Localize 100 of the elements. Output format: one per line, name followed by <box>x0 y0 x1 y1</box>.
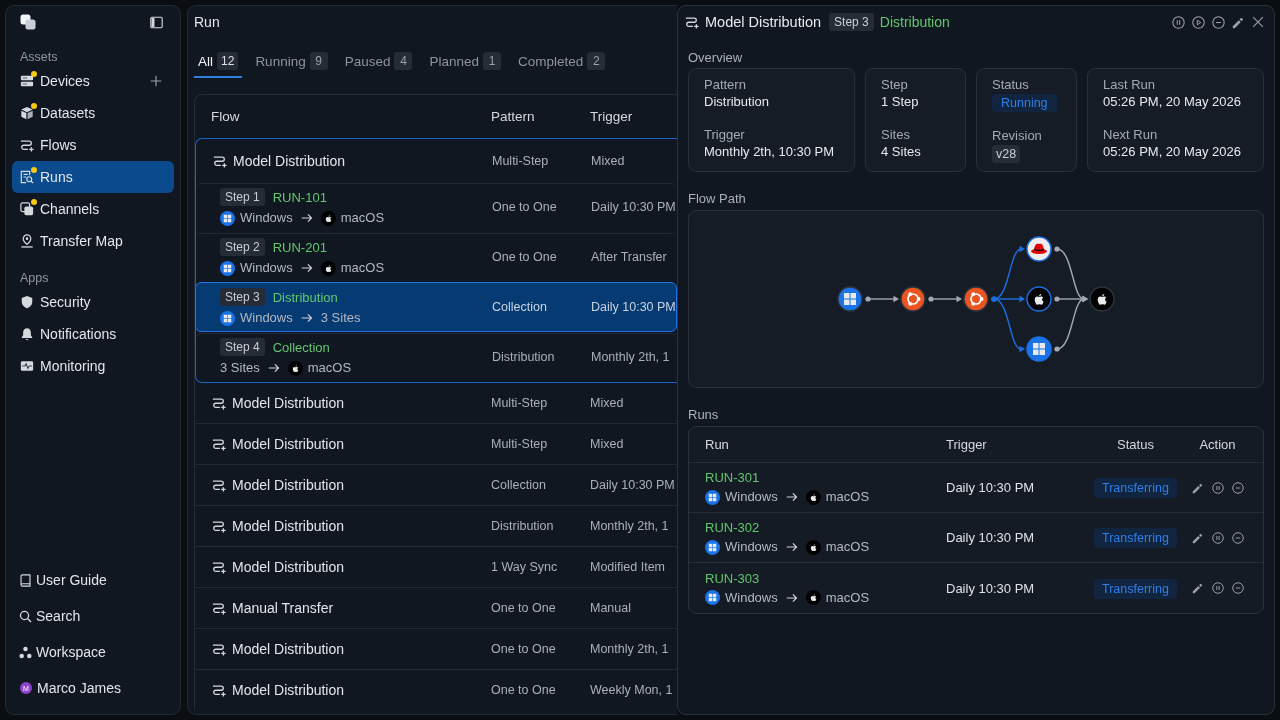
run-link[interactable]: RUN-301 <box>705 470 760 485</box>
flow-row[interactable]: Model Distribution 1 Way Sync Modified Item <box>195 547 677 588</box>
column-header: Run <box>704 437 729 452</box>
pause-circle-icon[interactable] <box>1211 582 1224 594</box>
pause-circle-icon[interactable] <box>1211 531 1224 544</box>
step-link[interactable]: RUN-101 <box>272 189 327 205</box>
trigger-text: Mixed <box>591 153 625 168</box>
step-tag: Step 3 <box>220 288 265 306</box>
field-label: Step <box>881 77 908 93</box>
field-label: Last Run <box>1103 77 1156 93</box>
flow-row[interactable]: Model Distribution One to One Weekly Mon, 1 <box>195 670 677 710</box>
nav-item[interactable]: Search <box>12 598 174 634</box>
route-icon <box>212 601 226 615</box>
flow-row[interactable] <box>195 138 677 383</box>
pattern-text: Multi-Step <box>491 396 548 410</box>
route-icon <box>685 15 699 29</box>
route-icon <box>212 642 226 656</box>
target-label: macOS <box>340 260 385 276</box>
windows-logo-icon <box>705 489 720 505</box>
field-label: Sites <box>881 127 910 143</box>
nav-item[interactable]: Datasets <box>12 97 174 129</box>
nav-item[interactable]: Monitoring <box>12 350 174 382</box>
plus-icon[interactable] <box>150 75 162 87</box>
minus-circle-icon[interactable] <box>1231 481 1244 494</box>
pencil-icon[interactable] <box>1191 531 1204 544</box>
flow-name: Model Distribution <box>232 641 345 657</box>
close-icon[interactable] <box>1252 16 1264 28</box>
nav-item[interactable]: Devices <box>12 65 174 97</box>
trigger-text: Daily 10:30 PM <box>946 480 1035 495</box>
step-tag: Step 4 <box>220 338 265 356</box>
source-label: Windows <box>240 210 293 226</box>
panel-title: Run <box>194 13 220 32</box>
nav-item[interactable]: Transfer Map <box>12 225 174 257</box>
pattern-text: Distribution <box>491 519 554 533</box>
run-link[interactable]: RUN-302 <box>705 520 760 535</box>
arrow-right-icon <box>300 312 313 324</box>
book-icon <box>19 573 32 587</box>
step-row[interactable]: Step 4 Collection 3 Sites macOS Distribution Monthly 2th, 1 <box>195 332 677 382</box>
apple-logo-icon <box>805 489 821 505</box>
column-header: Trigger <box>589 109 633 124</box>
play-circle-icon[interactable] <box>1192 15 1205 29</box>
tab[interactable]: Running 9 <box>251 46 332 78</box>
tab[interactable]: Planned 1 <box>425 46 505 78</box>
minus-circle-icon[interactable] <box>1231 531 1244 544</box>
windows-node <box>837 286 863 312</box>
tab-count: 12 <box>217 52 239 70</box>
target-label: macOS <box>825 489 870 505</box>
nav-item[interactable]: Channels <box>12 193 174 225</box>
field-value: 05:26 PM, 20 May 2026 <box>1103 93 1242 111</box>
nav-item[interactable]: Runs <box>12 161 174 193</box>
nav-item[interactable]: Flows <box>12 129 174 161</box>
shield-icon <box>20 295 34 309</box>
pattern-text: One to One <box>491 642 556 656</box>
minus-circle-icon[interactable] <box>1231 582 1244 594</box>
flow-name: Model Distribution <box>232 436 345 452</box>
trigger-text: Daily 10:30 PM <box>946 580 1035 596</box>
flow-name: Model Distribution <box>232 518 345 534</box>
windows-logo-icon <box>705 539 720 555</box>
arrow-right-icon <box>785 591 798 604</box>
flow-row[interactable]: Model Distribution Multi-Step Mixed <box>195 383 677 424</box>
tab[interactable]: All 12 <box>194 46 243 78</box>
step-link[interactable]: RUN-201 <box>272 239 327 255</box>
field-value: 1 Step <box>881 93 919 111</box>
flow-row[interactable]: Model Distribution Collection Daily 10:30 PM <box>195 465 677 506</box>
nav-item[interactable]: Security <box>12 286 174 318</box>
step-link[interactable]: Collection <box>272 339 330 355</box>
nav-item[interactable]: User Guide <box>12 562 174 598</box>
step-row[interactable]: Step 1 RUN-101 Windows macOS One to One Daily 10:30 PM <box>195 182 677 232</box>
pause-circle-icon[interactable] <box>1172 15 1185 29</box>
status-badge: Running <box>992 94 1057 112</box>
apple-logo-icon <box>287 360 303 376</box>
pause-circle-icon[interactable] <box>1211 481 1224 494</box>
flow-row[interactable]: Manual Transfer One to One Manual <box>195 588 677 629</box>
target-label: macOS <box>825 539 870 555</box>
route-icon <box>212 437 226 451</box>
apple-node <box>1026 286 1052 312</box>
route-icon <box>212 396 226 410</box>
tab[interactable]: Paused 4 <box>340 46 417 78</box>
minus-circle-icon[interactable] <box>1212 15 1225 29</box>
nav-item[interactable]: Workspace <box>12 634 174 670</box>
tab[interactable]: Completed 2 <box>514 46 610 78</box>
arrow-right-icon <box>785 491 798 503</box>
pencil-icon[interactable] <box>1191 582 1204 594</box>
nav-item[interactable]: Notifications <box>12 318 174 350</box>
pattern-text: One to One <box>491 683 556 697</box>
pattern-text: Collection <box>492 300 547 314</box>
apple-node <box>1089 286 1115 312</box>
pencil-icon[interactable] <box>1232 15 1245 29</box>
pencil-icon[interactable] <box>1191 481 1204 494</box>
step-row[interactable]: Step 3 Distribution Windows 3 Sites Collection Daily 10:30 PM <box>195 282 677 332</box>
trigger-text: Daily 10:30 PM <box>591 300 676 314</box>
run-link[interactable]: RUN-303 <box>705 570 760 586</box>
trigger-text: Daily 10:30 PM <box>946 530 1035 545</box>
step-link[interactable]: Distribution <box>272 289 338 305</box>
ubuntu-node <box>900 286 926 312</box>
flow-row[interactable]: Model Distribution One to One Monthly 2th, 1 <box>195 629 677 670</box>
sidebar-toggle-icon[interactable] <box>150 15 163 29</box>
flow-row[interactable]: Model Distribution Distribution Monthly 2th, 1 <box>195 506 677 547</box>
step-row[interactable]: Step 2 RUN-201 Windows macOS One to One After Transfer <box>195 232 677 282</box>
flow-row[interactable]: Model Distribution Multi-Step Mixed <box>195 424 677 465</box>
